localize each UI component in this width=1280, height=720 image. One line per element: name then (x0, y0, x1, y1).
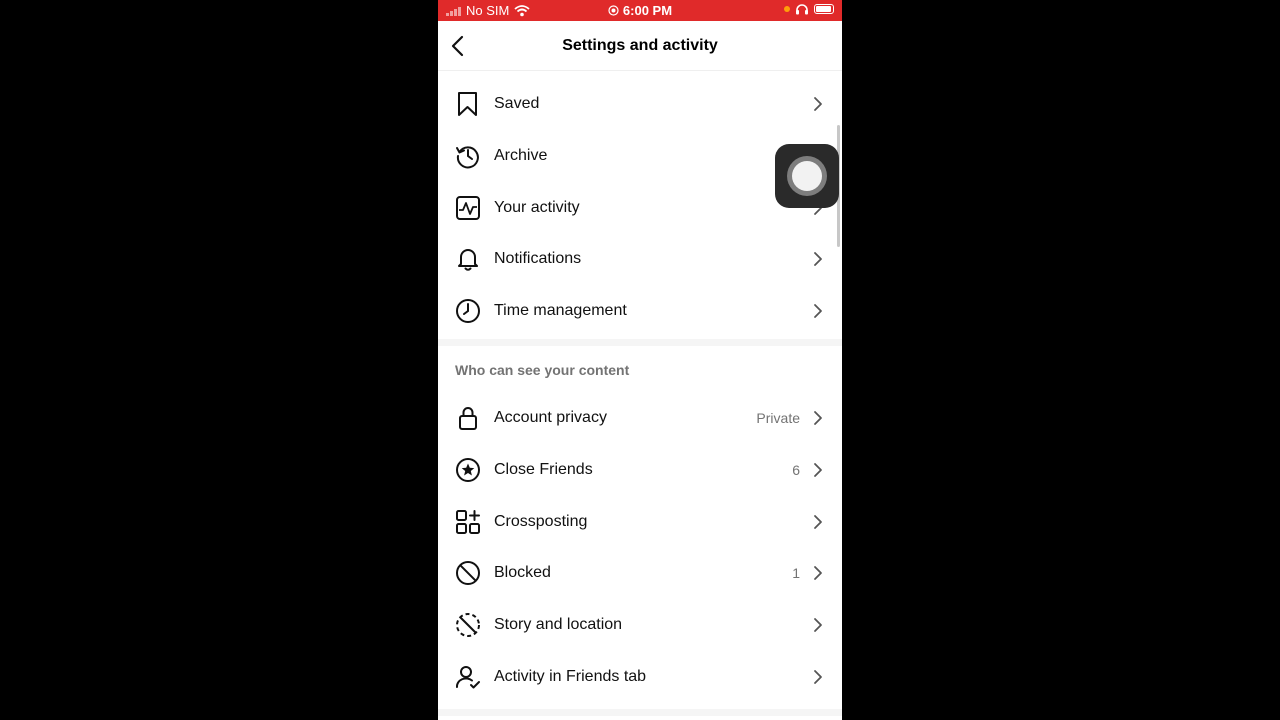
chevron-right-icon (814, 618, 822, 632)
menu-item-account-privacy[interactable]: Account privacy Private (438, 392, 842, 444)
menu-item-label: Blocked (494, 564, 551, 581)
nav-header: Settings and activity (438, 21, 842, 71)
activity-icon (456, 196, 480, 220)
privacy-status-value: Private (756, 410, 800, 426)
headphones-icon (796, 4, 808, 15)
chevron-right-icon (814, 411, 822, 425)
chevron-right-icon (814, 670, 822, 684)
assistive-touch-button[interactable] (775, 144, 839, 208)
friends-activity-icon (456, 666, 480, 689)
chevron-right-icon (814, 515, 822, 529)
assistive-touch-center-icon (792, 161, 822, 191)
status-bar: No SIM 6:00 PM (438, 0, 842, 21)
menu-item-label: Notifications (494, 250, 582, 267)
story-location-icon (456, 613, 480, 637)
star-circle-icon (456, 458, 480, 482)
chevron-right-icon (814, 304, 822, 318)
archive-icon (456, 146, 479, 169)
battery-icon (814, 4, 834, 14)
bookmark-icon (458, 92, 477, 116)
bell-icon (458, 249, 478, 271)
chevron-right-icon (814, 463, 822, 477)
menu-item-activity-in-friends-tab[interactable]: Activity in Friends tab (438, 651, 842, 703)
menu-item-label: Activity in Friends tab (494, 668, 647, 685)
blocked-icon (456, 561, 480, 585)
menu-item-label: Saved (494, 95, 540, 112)
menu-item-label: Account privacy (494, 409, 607, 426)
close-friends-count: 6 (792, 462, 800, 478)
chevron-right-icon (814, 252, 822, 266)
menu-item-story-and-location[interactable]: Story and location (438, 599, 842, 651)
privacy-dot-icon (784, 6, 790, 12)
menu-item-notifications[interactable]: Notifications (438, 233, 842, 285)
menu-item-label: Story and location (494, 616, 623, 633)
chevron-right-icon (814, 97, 822, 111)
menu-item-label: Close Friends (494, 461, 593, 478)
menu-item-label: Archive (494, 147, 548, 164)
menu-item-blocked[interactable]: Blocked 1 (438, 547, 842, 599)
menu-item-time-management[interactable]: Time management (438, 285, 842, 337)
section-divider (438, 339, 842, 346)
status-time: 6:00 PM (622, 3, 673, 18)
menu-item-label: Crossposting (494, 513, 588, 530)
status-time-wrap: 6:00 PM (438, 3, 842, 18)
clock-icon (456, 299, 480, 323)
crosspost-icon (456, 510, 480, 534)
section-header: Who can see your content (455, 362, 630, 378)
menu-item-crossposting[interactable]: Crossposting (438, 496, 842, 548)
menu-item-label: Time management (494, 302, 627, 319)
lock-icon (459, 407, 477, 430)
menu-item-label: Your activity (494, 199, 580, 216)
menu-item-saved[interactable]: Saved (438, 78, 842, 130)
chevron-right-icon (814, 566, 822, 580)
bottom-divider (438, 709, 842, 716)
blocked-count: 1 (792, 565, 800, 581)
page-title: Settings and activity (562, 37, 718, 54)
status-right (784, 3, 834, 15)
screen-recording-icon (608, 5, 619, 16)
menu-item-close-friends[interactable]: Close Friends 6 (438, 444, 842, 496)
phone-screen: No SIM 6:00 PM Settings and activity Sav… (438, 0, 842, 720)
